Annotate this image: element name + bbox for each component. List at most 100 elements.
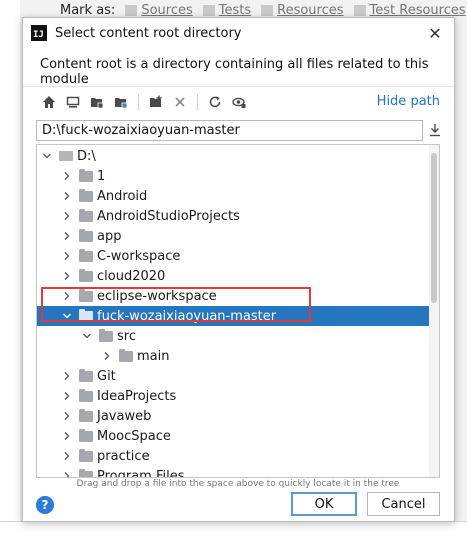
mark-sources[interactable]: Sources	[125, 3, 193, 18]
folder-icon	[79, 268, 93, 282]
folder-icon	[79, 248, 93, 262]
tree-node-label: cloud2020	[97, 268, 166, 284]
mark-as-label: Mark as:	[60, 2, 116, 18]
toolbar-separator	[197, 94, 198, 110]
tree-node-label: src	[117, 328, 136, 344]
scrollbar-thumb[interactable]	[431, 153, 437, 303]
tree-node-label: Android	[97, 188, 148, 204]
show-hidden-icon	[232, 97, 246, 108]
chevron-right-icon[interactable]	[61, 226, 73, 246]
folder-icon	[119, 348, 133, 362]
path-row	[23, 117, 454, 143]
tree-node-label: IdeaProjects	[97, 388, 177, 404]
chevron-right-icon[interactable]	[61, 406, 73, 426]
red-highlight-box	[41, 287, 311, 322]
module-folder-icon	[115, 98, 128, 109]
home-icon	[43, 96, 55, 108]
tree-node-label: 1	[97, 168, 106, 184]
tree-node-main[interactable]: main	[37, 346, 439, 366]
path-field[interactable]	[36, 120, 423, 141]
chevron-right-icon[interactable]	[61, 446, 73, 466]
chevron-right-icon[interactable]	[61, 466, 73, 477]
new-folder-icon	[150, 95, 162, 107]
chevron-right-icon[interactable]	[61, 246, 73, 266]
desktop-directory-button[interactable]	[61, 91, 85, 113]
dialog-title: Select content root directory	[55, 25, 242, 41]
tree-node-javaweb[interactable]: Javaweb	[37, 406, 439, 426]
chevron-right-icon[interactable]	[61, 206, 73, 226]
tree-node-android[interactable]: Android	[37, 186, 439, 206]
delete-icon	[175, 97, 185, 107]
home-directory-button[interactable]	[37, 91, 61, 113]
delete-button[interactable]	[168, 91, 192, 113]
show-hidden-files-button[interactable]	[227, 91, 251, 113]
ok-button[interactable]: OK	[291, 492, 357, 516]
chevron-down-icon[interactable]	[81, 326, 93, 346]
tree-node-1[interactable]: 1	[37, 166, 439, 186]
folder-icon	[79, 468, 93, 477]
tree-node-practice[interactable]: practice	[37, 446, 439, 466]
module-directory-button[interactable]	[109, 91, 133, 113]
project-directory-button[interactable]	[85, 91, 109, 113]
dialog-titlebar: IJ Select content root directory ✕	[23, 18, 454, 48]
drive-icon	[59, 151, 73, 161]
tree-node-ideaprojects[interactable]: IdeaProjects	[37, 386, 439, 406]
tree-node-label: MoocSpace	[97, 428, 171, 444]
chevron-right-icon[interactable]	[61, 166, 73, 186]
tree-node-program-files[interactable]: Program Files	[37, 466, 439, 478]
chevron-right-icon[interactable]	[101, 346, 113, 366]
folder-icon	[79, 368, 93, 382]
chevron-down-icon[interactable]	[41, 146, 53, 166]
folder-icon	[79, 188, 93, 202]
tree-node-label: main	[137, 348, 170, 364]
dialog-description: Content root is a directory containing a…	[40, 57, 429, 87]
mark-tests[interactable]: Tests	[202, 3, 251, 18]
tree-node-app[interactable]: app	[37, 226, 439, 246]
download-icon	[430, 124, 440, 137]
chevron-right-icon[interactable]	[61, 186, 73, 206]
tree-scrollbar[interactable]	[429, 145, 439, 477]
chevron-right-icon[interactable]	[61, 386, 73, 406]
cancel-button[interactable]: Cancel	[367, 492, 440, 516]
folder-icon	[79, 168, 93, 182]
intellij-app-icon: IJ	[31, 25, 47, 41]
mark-test-resources[interactable]: Test Resources	[353, 3, 466, 18]
download-button[interactable]	[426, 121, 444, 139]
toolbar-separator	[138, 94, 139, 110]
chevron-right-icon[interactable]	[61, 426, 73, 446]
close-button[interactable]: ✕	[424, 22, 446, 44]
folder-icon	[99, 328, 113, 342]
refresh-icon	[209, 96, 221, 108]
tree-node-cloud2020[interactable]: cloud2020	[37, 266, 439, 286]
tree-node-label: C-workspace	[97, 248, 181, 264]
project-folder-icon	[91, 98, 104, 109]
ide-bottom-strip	[0, 521, 467, 533]
tree-node-label: Program Files	[97, 468, 185, 478]
folder-icon	[79, 228, 93, 242]
folder-icon	[79, 388, 93, 402]
tree-node-src[interactable]: src	[37, 326, 439, 346]
refresh-button[interactable]	[203, 91, 227, 113]
test-resources-folder-icon	[353, 4, 366, 16]
tree-node-label: Javaweb	[97, 408, 152, 424]
tree-node-c-workspace[interactable]: C-workspace	[37, 246, 439, 266]
drag-drop-hint: Drag and drop a file into the space abov…	[76, 479, 400, 489]
tree-node-label: D:\	[77, 148, 96, 164]
resources-folder-icon	[261, 4, 274, 16]
sources-folder-icon	[125, 4, 138, 16]
chevron-right-icon[interactable]	[61, 366, 73, 386]
tree-node-androidstudioprojects[interactable]: AndroidStudioProjects	[37, 206, 439, 226]
mark-resources[interactable]: Resources	[261, 3, 344, 18]
file-chooser-toolbar: Hide path	[23, 87, 454, 117]
tests-folder-icon	[202, 4, 215, 16]
hide-path-link[interactable]: Hide path	[377, 94, 440, 109]
tree-node-d[interactable]: D:\	[37, 146, 439, 166]
chevron-right-icon[interactable]	[61, 266, 73, 286]
tree-node-git[interactable]: Git	[37, 366, 439, 386]
new-folder-button[interactable]	[144, 91, 168, 113]
help-button[interactable]: ?	[36, 496, 54, 514]
folder-icon	[79, 428, 93, 442]
select-content-root-dialog: IJ Select content root directory ✕ Conte…	[22, 17, 455, 522]
folder-icon	[79, 408, 93, 422]
tree-node-moocspace[interactable]: MoocSpace	[37, 426, 439, 446]
